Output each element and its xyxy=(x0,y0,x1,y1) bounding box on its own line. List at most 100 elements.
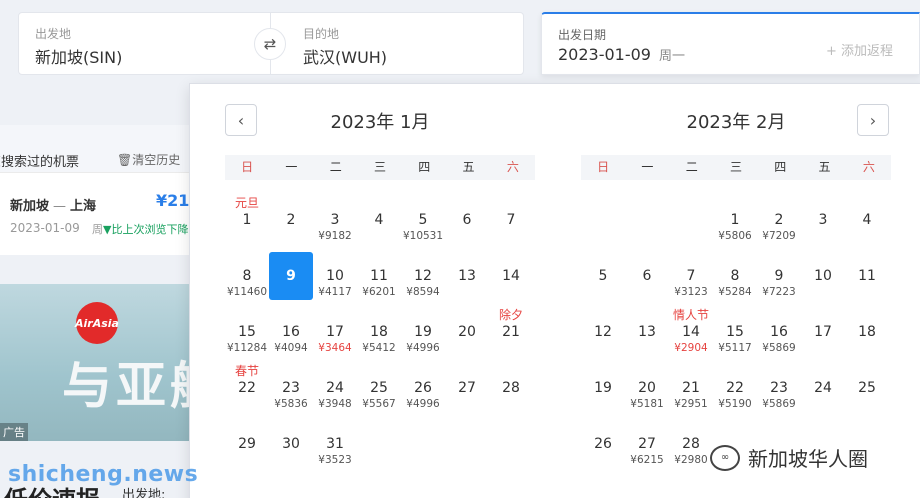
day-number: 8 xyxy=(242,268,252,284)
weekday-header: 日 一 二 三 四 五 六 xyxy=(225,155,535,180)
day-number: 15 xyxy=(726,324,744,340)
day-cell[interactable]: 17 xyxy=(801,308,845,356)
day-cell[interactable]: 12 xyxy=(581,308,625,356)
history-compare: 周▼比上次浏览下降 xyxy=(92,223,189,236)
day-price: ¥5869 xyxy=(762,398,796,410)
swap-icon[interactable]: ⇄ xyxy=(254,28,286,60)
month-title: 2023年 1月 xyxy=(330,112,430,133)
day-cell[interactable]: 8 ¥11460 xyxy=(225,252,269,300)
trash-icon: 🗑 xyxy=(117,153,133,167)
day-cell[interactable]: 23 ¥5869 xyxy=(757,364,801,412)
day-number: 18 xyxy=(858,324,876,340)
weekday-wed: 三 xyxy=(729,160,742,174)
watermark-left: shicheng.news xyxy=(8,462,199,487)
weekday-thu: 四 xyxy=(418,160,431,174)
day-number: 31 xyxy=(326,436,344,452)
day-number: 20 xyxy=(638,380,656,396)
holiday-label: 情人节 xyxy=(672,308,709,322)
day-cell[interactable]: 28 ¥2980 xyxy=(669,420,713,468)
day-number: 2 xyxy=(774,212,784,228)
day-cell[interactable]: 26 ¥4996 xyxy=(401,364,445,412)
date-value: 2023-01-09 xyxy=(558,45,651,64)
empty-day-cell xyxy=(581,196,625,244)
day-price: ¥4996 xyxy=(406,398,440,410)
ad-banner[interactable]: AirAsia 与亚航 广告 xyxy=(0,284,190,441)
day-number: 5 xyxy=(598,268,608,284)
date-weekday: 周一 xyxy=(658,49,685,64)
history-route[interactable]: 新加坡 — 上海 xyxy=(10,195,96,214)
day-number: 12 xyxy=(414,268,432,284)
weekday-fri: 五 xyxy=(818,160,831,174)
day-number: 2 xyxy=(286,212,296,228)
day-number: 19 xyxy=(594,380,612,396)
day-cell[interactable]: 3 ¥9182 xyxy=(313,196,357,244)
day-grid: 1 ¥5806 2 ¥7209 3 4 5 6 7 ¥3123 8 ¥5284 9 ¥7223 10 11 12… xyxy=(581,196,889,476)
day-number: 17 xyxy=(814,324,832,340)
search-history-panel: 您搜索过的机票 🗑清空历史 新加坡—上海 ¥219 2023-01-09 周▼比… xyxy=(0,125,190,255)
day-number: 5 xyxy=(418,212,428,228)
day-cell[interactable]: 18 xyxy=(845,308,889,356)
to-field[interactable]: 目的地 武汉(WUH) xyxy=(271,12,524,75)
holiday-label: 春节 xyxy=(234,364,259,378)
day-cell[interactable]: 29 xyxy=(225,420,269,468)
day-cell[interactable]: 6 xyxy=(445,196,489,244)
day-cell[interactable]: 元旦 1 xyxy=(225,196,269,244)
add-return-button[interactable]: + 添加返程 xyxy=(826,40,893,59)
day-number: 27 xyxy=(638,436,656,452)
day-cell[interactable]: 5 xyxy=(581,252,625,300)
from-label: 出发地 xyxy=(35,27,72,41)
month-panel: 2023年 2月 日 一 二 三 四 五 六 1 ¥5806 2 ¥7209 3 4 5 6 7… xyxy=(581,84,891,484)
day-price: ¥7209 xyxy=(762,230,796,242)
wechat-icon: ∞ xyxy=(710,444,740,471)
day-number: 3 xyxy=(818,212,828,228)
weekday-sun: 日 xyxy=(597,160,610,174)
day-cell[interactable]: 14 xyxy=(489,252,533,300)
day-cell[interactable]: 19 ¥4996 xyxy=(401,308,445,356)
day-cell[interactable]: 除夕 21 xyxy=(489,308,533,356)
day-number: 11 xyxy=(858,268,876,284)
day-number: 3 xyxy=(330,212,340,228)
day-cell[interactable]: 28 xyxy=(489,364,533,412)
day-number: 26 xyxy=(594,436,612,452)
day-cell[interactable]: 7 xyxy=(489,196,533,244)
day-cell[interactable]: 10 xyxy=(801,252,845,300)
day-cell[interactable]: 3 xyxy=(801,196,845,244)
departure-date-field[interactable]: 出发日期 2023-01-09 周一 + 添加返程 xyxy=(541,12,920,75)
from-field[interactable]: 出发地 新加坡(SIN) xyxy=(18,12,271,75)
day-number: 10 xyxy=(814,268,832,284)
day-cell[interactable]: 24 xyxy=(801,364,845,412)
day-cell[interactable]: 12 ¥8594 xyxy=(401,252,445,300)
day-cell[interactable]: 20 xyxy=(445,308,489,356)
day-cell[interactable]: 25 xyxy=(845,364,889,412)
day-cell[interactable]: 2 ¥7209 xyxy=(757,196,801,244)
history-from: 新加坡 xyxy=(10,199,50,214)
day-number: 25 xyxy=(858,380,876,396)
day-number: 7 xyxy=(686,268,696,284)
day-price: ¥11460 xyxy=(226,286,268,298)
history-price: ¥219 xyxy=(156,191,190,210)
day-number: 17 xyxy=(326,324,344,340)
day-number: 23 xyxy=(770,380,788,396)
day-cell[interactable]: 11 xyxy=(845,252,889,300)
history-date: 2023-01-09 xyxy=(10,221,80,235)
weekday-sat: 六 xyxy=(862,160,875,174)
day-cell[interactable]: 31 ¥3523 xyxy=(313,420,357,468)
day-number: 28 xyxy=(502,380,520,396)
day-cell[interactable]: 27 xyxy=(445,364,489,412)
day-cell[interactable]: 5 ¥10531 xyxy=(401,196,445,244)
day-number: 28 xyxy=(682,436,700,452)
day-number: 10 xyxy=(326,268,344,284)
weekday-thu: 四 xyxy=(774,160,787,174)
day-number: 7 xyxy=(506,212,516,228)
day-cell[interactable]: 4 xyxy=(845,196,889,244)
clear-history-button[interactable]: 🗑清空历史 xyxy=(117,151,180,168)
holiday-label: 除夕 xyxy=(498,308,523,322)
day-number: 4 xyxy=(862,212,872,228)
day-cell[interactable]: 9 ¥7223 xyxy=(757,252,801,300)
day-number: 18 xyxy=(370,324,388,340)
day-number: 27 xyxy=(458,380,476,396)
watermark-right: ∞ 新加坡华人圈 xyxy=(710,443,868,472)
day-number: 23 xyxy=(282,380,300,396)
day-cell[interactable]: 13 xyxy=(445,252,489,300)
day-cell[interactable]: 16 ¥5869 xyxy=(757,308,801,356)
